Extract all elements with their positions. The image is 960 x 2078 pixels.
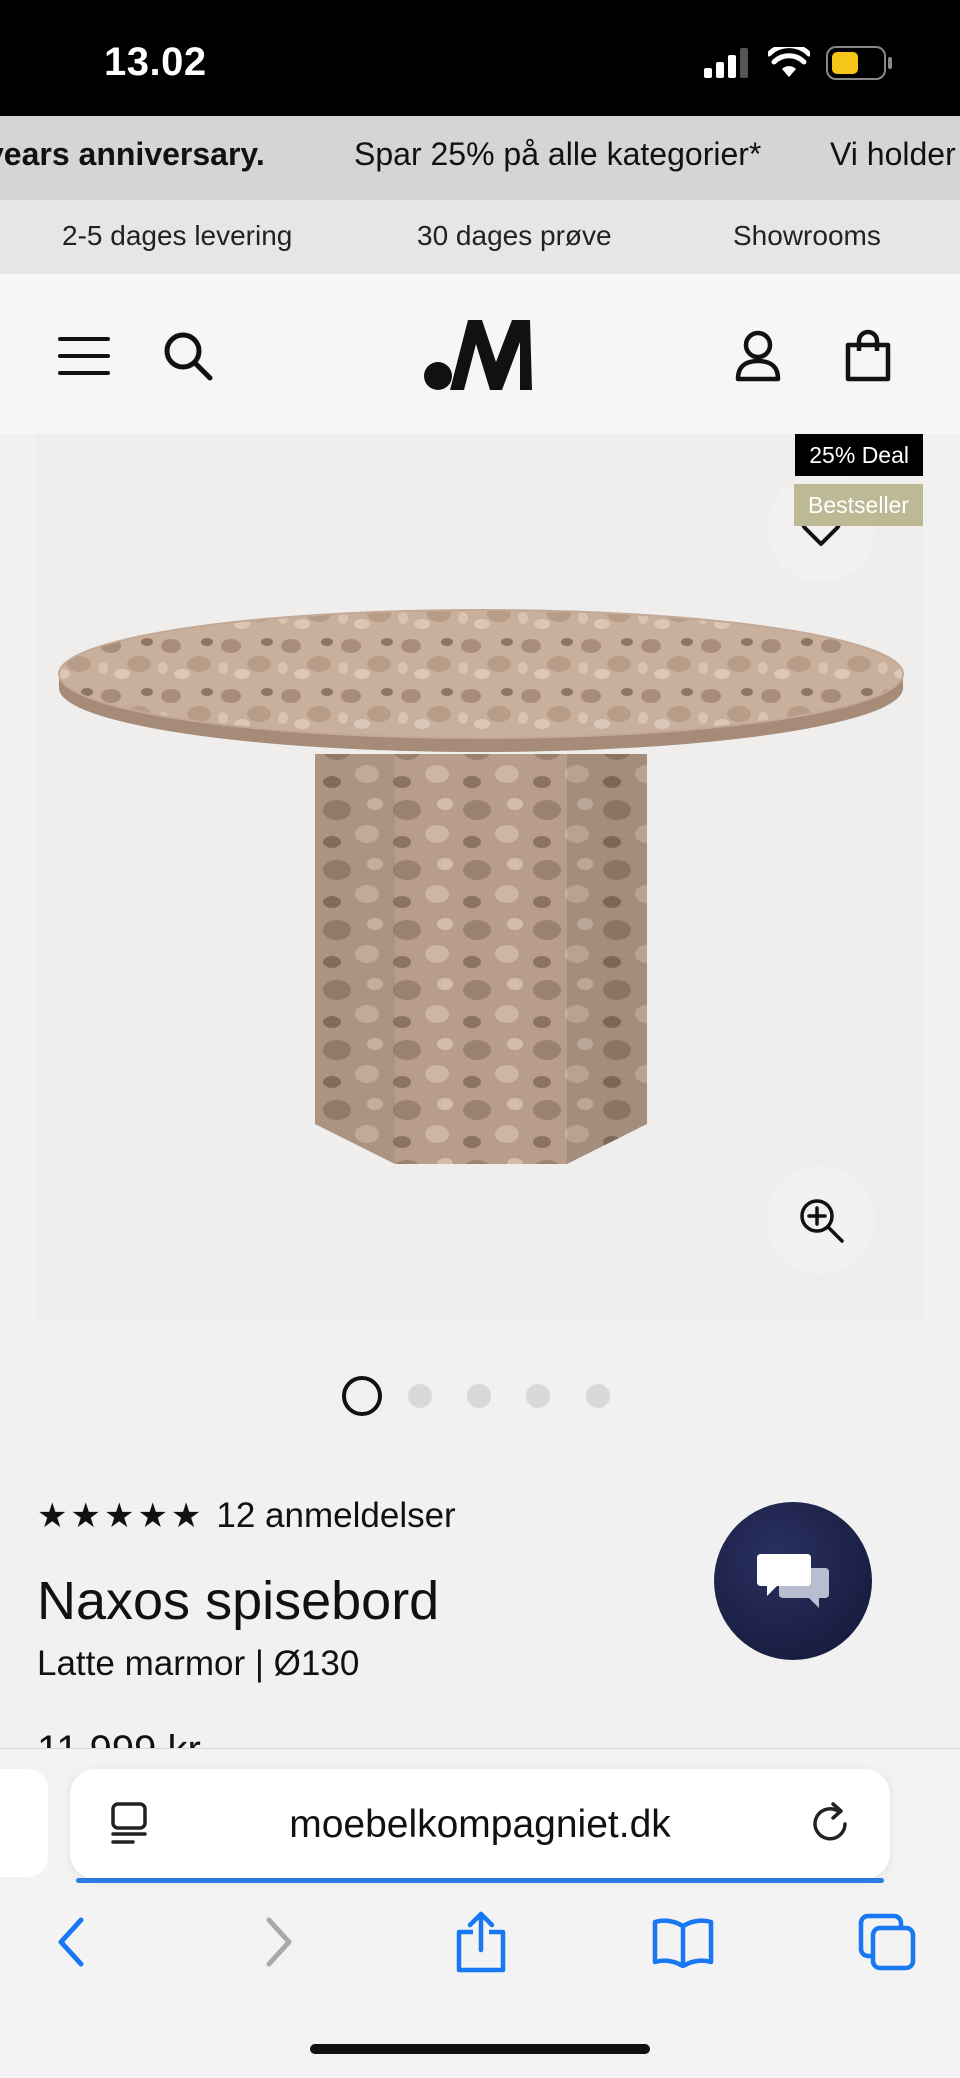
browser-toolbar: moebelkompagniet.dk: [0, 1748, 960, 2078]
logo[interactable]: [420, 314, 540, 394]
product-title: Naxos spisebord: [37, 1571, 440, 1631]
carousel-dot[interactable]: [342, 1376, 382, 1416]
announcement-bar: years anniversary. Spar 25% på alle kate…: [0, 116, 960, 200]
url-text[interactable]: moebelkompagniet.dk: [70, 1803, 890, 1847]
status-time: 13.02: [104, 40, 207, 84]
product-image-gallery[interactable]: [37, 434, 923, 1320]
chat-bubbles-icon: [757, 1554, 829, 1608]
reload-icon[interactable]: [806, 1799, 856, 1849]
zoom-in-icon: [800, 1199, 844, 1243]
usp-delivery: 2-5 dages levering: [62, 220, 293, 251]
carousel-dot[interactable]: [467, 1384, 491, 1408]
tabs-icon[interactable]: [854, 1909, 920, 1975]
announcement-item[interactable]: Spar 25% på alle kategorier*: [354, 136, 761, 173]
usp-showrooms[interactable]: Showrooms: [733, 220, 881, 252]
usp-trial: 30 dages prøve: [417, 220, 612, 251]
announcement-item: years anniversary.: [0, 136, 265, 172]
signal-icon: [704, 48, 748, 78]
bag-icon[interactable]: [840, 328, 896, 384]
usp-bar: 2-5 dages levering 30 dages prøve Showro…: [0, 200, 960, 274]
review-count[interactable]: 12 anmeldelser: [216, 1496, 455, 1536]
home-indicator[interactable]: [310, 2044, 650, 2054]
zoom-button[interactable]: [767, 1166, 875, 1274]
product-rating[interactable]: ★★★★★ 12 anmeldelser: [37, 1496, 456, 1536]
site-header: [0, 274, 960, 434]
menu-icon[interactable]: [56, 328, 112, 384]
share-icon[interactable]: [448, 1909, 514, 1975]
search-icon[interactable]: [160, 328, 216, 384]
carousel-dots: [0, 1376, 960, 1416]
status-bar: 13.02: [0, 0, 960, 116]
back-icon[interactable]: [38, 1909, 104, 1975]
chat-button[interactable]: [714, 1502, 872, 1660]
wifi-icon: [768, 47, 810, 77]
product-price: 11.999 kr: [37, 1728, 201, 1750]
star-rating-icon: ★★★★★: [37, 1497, 205, 1535]
announcement-item: Vi holder: [830, 136, 956, 172]
forward-icon[interactable]: [246, 1909, 312, 1975]
bestseller-badge: Bestseller: [794, 484, 923, 526]
account-icon[interactable]: [730, 328, 786, 384]
carousel-dot[interactable]: [526, 1384, 550, 1408]
carousel-dot[interactable]: [408, 1384, 432, 1408]
product-variant: Latte marmor | Ø130: [37, 1644, 360, 1683]
bookmarks-icon[interactable]: [650, 1909, 716, 1975]
status-icons: [704, 46, 894, 80]
deal-badge: 25% Deal: [795, 434, 923, 476]
battery-icon: [826, 46, 892, 80]
address-bar[interactable]: moebelkompagniet.dk: [70, 1769, 890, 1883]
previous-tab-preview[interactable]: [0, 1769, 48, 1877]
carousel-dot[interactable]: [586, 1384, 610, 1408]
